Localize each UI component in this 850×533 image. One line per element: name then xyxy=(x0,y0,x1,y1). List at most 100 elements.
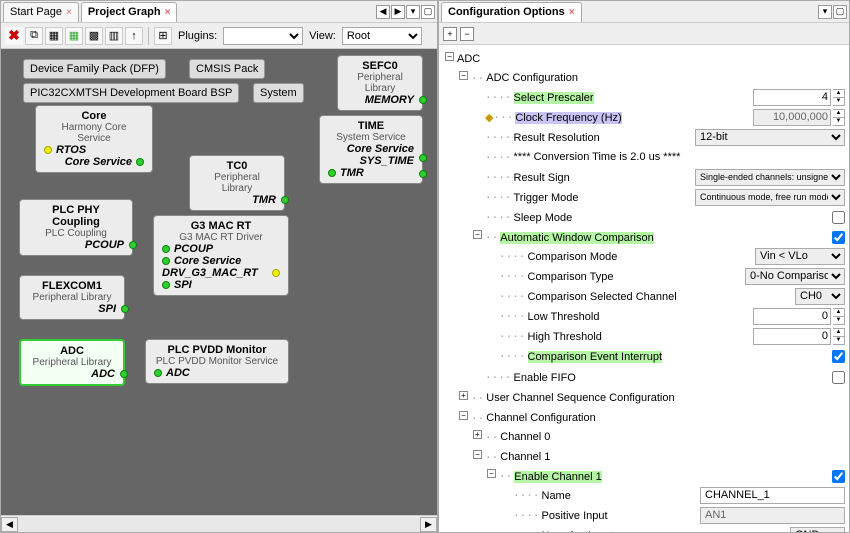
scroll-track[interactable] xyxy=(18,517,420,532)
toggle-icon[interactable]: − xyxy=(459,411,468,420)
add-green-icon[interactable]: ▦ xyxy=(65,27,83,45)
spinner[interactable]: ▲▼ xyxy=(833,89,845,106)
toggle-icon[interactable]: + xyxy=(473,430,482,439)
close-icon[interactable]: × xyxy=(66,7,72,18)
next-icon[interactable]: ▶ xyxy=(391,5,405,19)
spinner[interactable]: ▲▼ xyxy=(833,308,845,325)
spinner[interactable]: ▲▼ xyxy=(833,109,845,126)
trigger-mode-select[interactable]: Continuous mode, free run mode xyxy=(695,189,845,206)
channel-0-label[interactable]: Channel 0 xyxy=(500,431,550,443)
awc-checkbox[interactable] xyxy=(832,231,845,244)
node-sub: Peripheral Library xyxy=(346,72,414,94)
node-flexcom1[interactable]: FLEXCOM1 Peripheral Library SPI xyxy=(19,275,125,320)
node-port-label: SPI xyxy=(98,303,116,315)
node-port-label: Core Service xyxy=(347,143,414,155)
delete-icon[interactable]: ✖ xyxy=(5,27,23,45)
node-title: SEFC0 xyxy=(346,60,414,72)
node-sefc0[interactable]: SEFC0 Peripheral Library MEMORY xyxy=(337,55,423,111)
dfp-button[interactable]: Device Family Pack (DFP) xyxy=(23,59,166,79)
left-tab-bar: Start Page × Project Graph × ◀ ▶ ▾ ▢ xyxy=(1,1,437,23)
result-sign-label: Result Sign xyxy=(514,172,570,184)
result-sign-select[interactable]: Single-ended channels: unsigned conversi… xyxy=(695,169,845,186)
plugins-select[interactable] xyxy=(223,27,303,45)
maximize-icon[interactable]: ▢ xyxy=(833,5,847,19)
comparison-type-select[interactable]: 0-No Comparison xyxy=(745,268,845,285)
node-core[interactable]: Core Harmony Core Service RTOS Core Serv… xyxy=(35,105,153,173)
scroll-left-icon[interactable]: ◀ xyxy=(1,517,18,532)
scrollbar-horizontal[interactable]: ◀ ▶ xyxy=(1,515,437,532)
node-port-label: RTOS xyxy=(56,144,86,156)
grid-icon[interactable]: ▩ xyxy=(85,27,103,45)
toggle-icon[interactable]: + xyxy=(459,391,468,400)
negative-input-select[interactable]: GND xyxy=(790,527,845,533)
channel-name-input[interactable] xyxy=(700,487,845,504)
node-port-label: MEMORY xyxy=(346,94,414,106)
channel-1-label[interactable]: Channel 1 xyxy=(500,451,550,463)
node-title: G3 MAC RT xyxy=(162,220,280,232)
up-icon[interactable]: ↑ xyxy=(125,27,143,45)
tab-label: Start Page xyxy=(10,6,62,18)
close-icon[interactable]: × xyxy=(569,7,575,18)
sleep-mode-checkbox[interactable] xyxy=(832,211,845,224)
node-title: TIME xyxy=(328,120,414,132)
comparison-mode-label: Comparison Mode xyxy=(528,251,618,263)
node-plc-pvdd[interactable]: PLC PVDD Monitor PLC PVDD Monitor Servic… xyxy=(145,339,289,384)
node-plc-phy[interactable]: PLC PHY Coupling PLC Coupling PCOUP xyxy=(19,199,133,256)
tab-config-options[interactable]: Configuration Options × xyxy=(441,2,582,22)
node-g3-mac-rt[interactable]: G3 MAC RT G3 MAC RT Driver PCOUP Core Se… xyxy=(153,215,289,296)
node-port-label: Core Service xyxy=(65,156,132,168)
enable-channel-1-checkbox[interactable] xyxy=(832,470,845,483)
prescaler-input[interactable] xyxy=(753,89,831,106)
graph-canvas[interactable]: Device Family Pack (DFP) CMSIS Pack PIC3… xyxy=(1,49,437,515)
expand-all-icon[interactable]: + xyxy=(443,27,457,41)
tree-node-adc[interactable]: ADC xyxy=(457,53,480,65)
toggle-icon[interactable]: − xyxy=(459,71,468,80)
node-port-label: PCOUP xyxy=(174,243,213,255)
view-select[interactable]: Root xyxy=(342,27,422,45)
tab-project-graph[interactable]: Project Graph × xyxy=(81,2,178,22)
channel-config-label[interactable]: Channel Configuration xyxy=(486,412,595,424)
conversion-time-label: **** Conversion Time is 2.0 us **** xyxy=(514,151,681,163)
node-tc0[interactable]: TC0 Peripheral Library TMR xyxy=(189,155,285,211)
toggle-icon[interactable]: − xyxy=(445,52,454,61)
tree-toolbar: + − xyxy=(439,23,849,45)
sleep-mode-label: Sleep Mode xyxy=(514,212,573,224)
dropdown-icon[interactable]: ▾ xyxy=(818,5,832,19)
cmsis-button[interactable]: CMSIS Pack xyxy=(189,59,265,79)
result-resolution-label: Result Resolution xyxy=(514,132,600,144)
copy-icon[interactable]: ⧉ xyxy=(25,27,43,45)
comparison-channel-select[interactable]: CH0 xyxy=(795,288,845,305)
node-time[interactable]: TIME System Service Core Service SYS_TIM… xyxy=(319,115,423,184)
node-adc[interactable]: ADC Peripheral Library ADC xyxy=(19,339,125,386)
node-title: ADC xyxy=(29,345,115,357)
toggle-icon[interactable]: − xyxy=(487,469,496,478)
add-icon[interactable]: ▦ xyxy=(45,27,63,45)
spinner[interactable]: ▲▼ xyxy=(833,328,845,345)
high-threshold-input[interactable] xyxy=(753,328,831,345)
system-button[interactable]: System xyxy=(253,83,304,103)
comparison-mode-select[interactable]: Vin < VLo xyxy=(755,248,845,265)
comparison-event-checkbox[interactable] xyxy=(832,350,845,363)
node-title: TC0 xyxy=(198,160,276,172)
ungroup-icon[interactable]: ▥ xyxy=(105,27,123,45)
node-title: FLEXCOM1 xyxy=(28,280,116,292)
low-threshold-input[interactable] xyxy=(753,308,831,325)
enable-fifo-checkbox[interactable] xyxy=(832,371,845,384)
node-port-label: DRV_G3_MAC_RT xyxy=(162,267,258,279)
prev-icon[interactable]: ◀ xyxy=(376,5,390,19)
hierarchy-icon[interactable]: ⊞ xyxy=(154,27,172,45)
tab-label: Configuration Options xyxy=(448,6,565,18)
scroll-right-icon[interactable]: ▶ xyxy=(420,517,437,532)
dropdown-icon[interactable]: ▾ xyxy=(406,5,420,19)
toggle-icon[interactable]: − xyxy=(473,230,482,239)
maximize-icon[interactable]: ▢ xyxy=(421,5,435,19)
result-resolution-select[interactable]: 12-bit xyxy=(695,129,845,146)
tab-start-page[interactable]: Start Page × xyxy=(3,2,79,22)
collapse-all-icon[interactable]: − xyxy=(460,27,474,41)
user-channel-seq-label[interactable]: User Channel Sequence Configuration xyxy=(486,392,674,404)
toggle-icon[interactable]: − xyxy=(473,450,482,459)
bsp-button[interactable]: PIC32CXMTSH Development Board BSP xyxy=(23,83,239,103)
close-icon[interactable]: × xyxy=(165,7,171,18)
node-port-label: Core Service xyxy=(174,255,241,267)
tree-node-adc-config[interactable]: ADC Configuration xyxy=(486,72,578,84)
